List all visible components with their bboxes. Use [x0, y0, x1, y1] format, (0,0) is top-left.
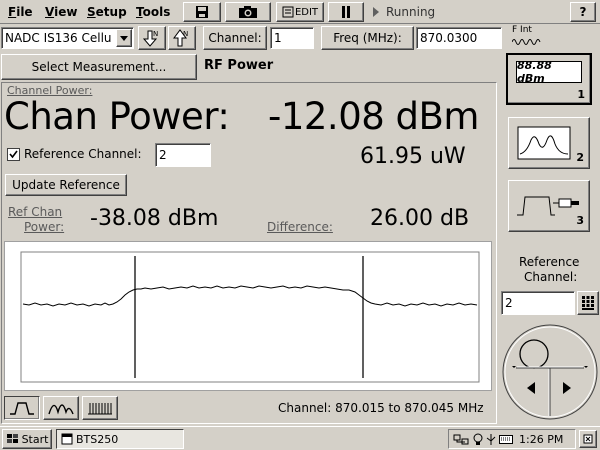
power-shape-icon	[10, 402, 34, 415]
keypad-button[interactable]	[577, 291, 599, 315]
clock-time[interactable]: 1:26 PM	[519, 433, 563, 446]
floppy-disk-icon	[196, 6, 208, 18]
reference-channel-input[interactable]: 2	[155, 143, 211, 167]
run-status: Running	[386, 5, 436, 19]
side-reference-input[interactable]: 2	[501, 291, 575, 315]
side-reference-label-2: Channel:	[524, 270, 578, 284]
chan-power-value: -12.08 dBm	[268, 95, 479, 138]
menu-file[interactable]: File	[8, 5, 33, 19]
svg-text:N: N	[153, 30, 158, 38]
select-measurement-button[interactable]: Select Measurement...	[1, 54, 197, 80]
svg-text:N: N	[183, 30, 188, 38]
freq-input-value: 870.0300	[420, 31, 478, 45]
difference-value: 26.00 dB	[370, 206, 470, 231]
view-2-number: 2	[576, 151, 584, 164]
view-1-display: 88.88 dBm	[516, 59, 582, 85]
view-2-button[interactable]: 2	[508, 117, 590, 169]
chevron-down-icon[interactable]	[116, 29, 132, 47]
sine-wave-icon	[512, 39, 541, 45]
power-sensor-icon	[517, 196, 579, 216]
edit-button[interactable]: EDIT	[276, 2, 324, 22]
bars-icon	[88, 403, 112, 415]
measurement-title: RF Power	[204, 58, 274, 73]
difference-label: Difference:	[267, 220, 333, 234]
view-3-button[interactable]: 3	[508, 180, 590, 232]
ref-chan-power-value: -38.08 dBm	[90, 206, 219, 231]
desktop-icon	[583, 434, 593, 444]
usb-icon[interactable]	[485, 433, 497, 446]
next-arrow-button[interactable]: N	[168, 26, 196, 50]
start-button[interactable]: Start	[2, 429, 52, 449]
pause-button[interactable]	[328, 2, 364, 22]
menu-tools[interactable]: Tools	[136, 5, 170, 19]
desktop-button[interactable]	[579, 430, 597, 448]
check-icon	[9, 150, 18, 159]
play-icon	[373, 7, 379, 17]
spectrum-graph[interactable]	[4, 241, 492, 391]
app-window-icon	[61, 433, 73, 445]
view-rf-power-button[interactable]	[4, 396, 40, 420]
task-label: BTS250	[76, 432, 119, 446]
reference-channel-input-value: 2	[159, 148, 167, 162]
reference-channel-checkbox[interactable]	[7, 148, 20, 161]
freq-button[interactable]: Freq (MHz):	[321, 26, 414, 50]
menu-bar: File View Setup Tools EDIT Running ?	[0, 0, 600, 24]
system-tray: 1:26 PM	[448, 429, 576, 449]
start-logo-icon	[6, 434, 18, 443]
channel-range-text: Channel: 870.015 to 870.045 MHz	[278, 401, 484, 415]
camera-button[interactable]	[225, 2, 271, 22]
uw-value: 61.95 uW	[360, 144, 466, 169]
arrow-down-icon: N	[142, 30, 158, 47]
menu-setup[interactable]: Setup	[87, 5, 127, 19]
f-int-indicator[interactable]: F Int	[510, 25, 546, 51]
freq-input[interactable]: 870.0300	[416, 27, 502, 49]
pause-icon	[342, 6, 350, 18]
keypad-icon	[582, 296, 594, 310]
view-3-number: 3	[576, 214, 584, 227]
channel-input-value: 1	[274, 31, 282, 45]
edit-label: EDIT	[294, 6, 319, 18]
task-bts250[interactable]: BTS250	[56, 429, 184, 449]
side-reference-label-1: Reference	[519, 255, 580, 269]
chan-power-label: Chan Power:	[4, 95, 230, 138]
keyboard-icon[interactable]	[499, 435, 513, 444]
view-1-number: 1	[577, 88, 585, 101]
arrow-up-icon: N	[173, 29, 188, 47]
side-reference-input-value: 2	[505, 296, 513, 310]
view-1-button[interactable]: 88.88 dBm 1	[506, 53, 592, 105]
prev-arrow-button[interactable]: N	[138, 26, 166, 50]
network-icon[interactable]	[453, 433, 469, 446]
lightbulb-icon[interactable]	[473, 433, 483, 446]
spectrum-shape-icon	[48, 404, 74, 415]
standard-dropdown-value: NADC IS136 Cellu	[5, 31, 112, 45]
reference-channel-label: Reference Channel:	[24, 147, 142, 161]
view-bars-button[interactable]	[82, 396, 118, 420]
standard-dropdown[interactable]: NADC IS136 Cellu	[1, 27, 134, 49]
channel-button[interactable]: Channel:	[203, 26, 267, 50]
start-label: Start	[21, 432, 49, 446]
menu-view[interactable]: View	[45, 5, 77, 19]
spectrum-view-icon	[517, 126, 571, 160]
edit-icon	[282, 6, 294, 18]
view-spectrum-button[interactable]	[43, 396, 79, 420]
channel-input[interactable]: 1	[270, 27, 314, 49]
save-button[interactable]	[183, 2, 221, 22]
taskbar: Start BTS250 1:26 PM	[0, 426, 600, 450]
ref-chan-power-label-line2: Power:	[24, 220, 65, 234]
navigation-knob[interactable]	[501, 318, 599, 422]
f-int-label: F Int	[512, 25, 532, 35]
update-reference-button[interactable]: Update Reference	[5, 174, 127, 196]
ref-chan-power-label-line1: Ref Chan	[8, 205, 63, 219]
camera-icon	[239, 6, 257, 18]
help-button[interactable]: ?	[570, 2, 596, 22]
